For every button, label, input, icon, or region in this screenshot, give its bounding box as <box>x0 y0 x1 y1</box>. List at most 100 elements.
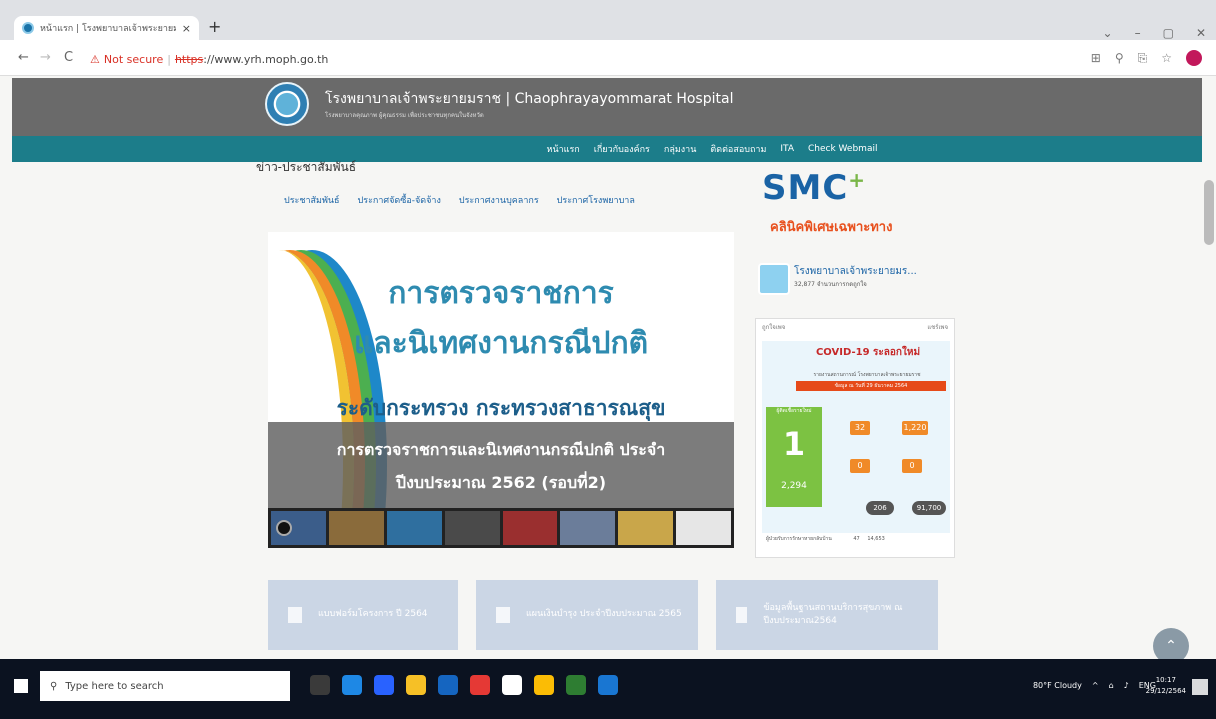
facebook-card-actions: ถูกใจเพจ แชร์เพจ <box>756 319 954 337</box>
windows-taskbar: ⚲ Type here to search 80°F Cloudy ^ ⌂ ♪ … <box>0 659 1216 719</box>
facebook-page-avatar[interactable] <box>758 263 790 295</box>
minimize-icon[interactable]: – <box>1135 26 1141 40</box>
slide-caption[interactable]: การตรวจราชการและนิเทศงานกรณีปกติ ประจำ ป… <box>268 422 734 508</box>
tab-procurement[interactable]: ประกาศจัดซื้อ-จัดจ้าง <box>358 193 441 207</box>
menu-item-ita[interactable]: ITA <box>780 144 794 154</box>
taskbar-app-icon[interactable] <box>598 675 618 695</box>
taskbar-app-icon[interactable] <box>310 675 330 695</box>
covid-footer-label: ผู้ป่วยรับการรักษาหายกลับบ้าน <box>766 536 832 542</box>
tab-close-icon[interactable]: × <box>182 22 199 35</box>
tile-project-forms[interactable]: แบบฟอร์มโครงการ ปี 2564 <box>268 580 458 650</box>
translate-icon[interactable]: ⊞ <box>1091 51 1101 65</box>
network-icon[interactable]: ⌂ <box>1109 681 1114 690</box>
tile-health-data[interactable]: ข้อมูลพื้นฐานสถานบริการสุขภาพ ณ ปีงบประม… <box>716 580 938 650</box>
tile-label: แบบฟอร์มโครงการ ปี 2564 <box>318 609 428 620</box>
slider-thumbnail[interactable] <box>328 511 384 545</box>
browser-tab-bar: หน้าแรก | โรงพยาบาลเจ้าพระยายมราช × + ⌄ … <box>0 0 1216 40</box>
taskbar-clock[interactable]: 10:17 29/12/2564 <box>1146 675 1186 696</box>
weather-widget[interactable]: 80°F Cloudy <box>1033 681 1082 690</box>
share-icon[interactable]: ⎘ <box>1138 51 1148 66</box>
taskbar-app-icon[interactable] <box>566 675 586 695</box>
share-page-button[interactable]: แชร์เพจ <box>927 322 948 334</box>
covid-footer-value: 14,653 <box>867 536 885 542</box>
back-icon[interactable]: ← <box>18 50 29 65</box>
clock-date: 29/12/2564 <box>1145 686 1186 695</box>
bookmark-star-icon[interactable]: ☆ <box>1161 51 1172 65</box>
document-icon <box>736 607 748 623</box>
volume-icon[interactable]: ♪ <box>1124 681 1129 690</box>
browser-tab[interactable]: หน้าแรก | โรงพยาบาลเจ้าพระยายมราช × <box>14 16 199 40</box>
facebook-feed-card[interactable]: ถูกใจเพจ แชร์เพจ COVID-19 ระลอกใหม่ รายง… <box>755 318 955 558</box>
tab-search-icon[interactable]: ⌄ <box>1103 26 1113 40</box>
tab-recruitment[interactable]: ประกาศงานบุคลากร <box>459 193 539 207</box>
close-window-icon[interactable]: ✕ <box>1196 26 1206 40</box>
smc-logo-text: SMC <box>762 168 849 208</box>
taskbar-app-icon[interactable] <box>502 675 522 695</box>
warning-icon[interactable]: ⚠ <box>90 53 100 66</box>
taskbar-app-icon[interactable] <box>342 675 362 695</box>
tab-pr[interactable]: ประชาสัมพันธ์ <box>284 193 340 207</box>
slider-thumbnail[interactable] <box>560 511 616 545</box>
covid-new-count: 1 <box>782 425 806 463</box>
maximize-icon[interactable]: ▢ <box>1163 26 1174 40</box>
slider-thumbnail[interactable] <box>444 511 500 545</box>
web-page: โรงพยาบาลเจ้าพระยายมราช | Chaophrayayomm… <box>0 76 1216 659</box>
slider-thumbnail[interactable] <box>386 511 442 545</box>
new-tab-button[interactable]: + <box>208 17 221 36</box>
smc-subtitle[interactable]: คลินิคพิเศษเฉพาะทาง <box>770 216 892 237</box>
facebook-likes: 32,877 จำนวนการกดถูกใจ <box>794 281 867 288</box>
zoom-icon[interactable]: ⚲ <box>1115 51 1124 65</box>
facebook-page-name[interactable]: โรงพยาบาลเจ้าพระยายมร... <box>794 264 917 279</box>
profile-avatar[interactable] <box>1186 50 1202 66</box>
stat-box: 1,220 <box>902 421 928 435</box>
taskbar-search[interactable]: ⚲ Type here to search <box>40 671 290 701</box>
smc-logo[interactable]: SMC+ <box>762 168 866 208</box>
site-title[interactable]: โรงพยาบาลเจ้าพระยายมราช | Chaophrayayomm… <box>325 88 733 110</box>
tray-chevron-icon[interactable]: ^ <box>1092 681 1099 690</box>
covid-footer-value: 47 <box>853 536 860 542</box>
menu-item-departments[interactable]: กลุ่มงาน <box>664 142 697 156</box>
main-menu: หน้าแรก เกี่ยวกับองค์กร กลุ่มงาน ติดต่อส… <box>12 136 1202 162</box>
slider-thumbnails <box>268 508 734 548</box>
tile-label: ข้อมูลพื้นฐานสถานบริการสุขภาพ ณ ปีงบประม… <box>763 602 903 627</box>
page-scrollbar[interactable] <box>1204 180 1214 245</box>
menu-item-home[interactable]: หน้าแรก <box>547 142 580 156</box>
windows-start-icon[interactable] <box>14 679 28 693</box>
caption-line1: การตรวจราชการและนิเทศงานกรณีปกติ ประจำ <box>336 440 666 459</box>
slider-thumbnail[interactable] <box>502 511 558 545</box>
menu-item-webmail[interactable]: Check Webmail <box>808 144 877 154</box>
slide-subline: ระดับกระทรวง กระทรวงสาธารณสุข <box>336 396 666 420</box>
slider-play-icon[interactable] <box>276 520 292 536</box>
slider-thumbnail[interactable] <box>618 511 674 545</box>
stat-pill: 91,700 <box>912 501 946 515</box>
hospital-logo[interactable] <box>265 82 309 126</box>
url-scheme: https <box>174 52 204 66</box>
stat-box: 32 <box>850 421 870 435</box>
window-controls: ⌄ – ▢ ✕ <box>1103 26 1206 40</box>
menu-item-about[interactable]: เกี่ยวกับองค์กร <box>594 142 650 156</box>
tile-budget-plan[interactable]: แผนเงินบำรุง ประจำปีงบประมาณ 2565 <box>476 580 698 650</box>
reload-icon[interactable]: C <box>64 50 73 65</box>
url-field[interactable]: ⚠ Not secure | https://www.yrh.moph.go.t… <box>90 49 1050 69</box>
tab-hospital-announcement[interactable]: ประกาศโรงพยาบาล <box>557 193 635 207</box>
forward-icon[interactable]: → <box>40 50 51 65</box>
notification-icon[interactable] <box>1192 679 1208 695</box>
slider-thumbnail[interactable] <box>676 511 731 545</box>
taskbar-app-icon[interactable] <box>406 675 426 695</box>
not-secure-label[interactable]: Not secure <box>104 53 163 66</box>
like-page-button[interactable]: ถูกใจเพจ <box>762 322 785 334</box>
menu-item-contact[interactable]: ติดต่อสอบถาม <box>710 142 766 156</box>
covid-total-count: 2,294 <box>781 481 807 491</box>
news-slider[interactable]: การตรวจราชการ และนิเทศงานกรณีปกติ ระดับก… <box>268 232 734 548</box>
taskbar-app-icon[interactable] <box>438 675 458 695</box>
search-icon: ⚲ <box>50 680 58 692</box>
taskbar-app-icon[interactable] <box>470 675 490 695</box>
smc-plus-icon: + <box>848 168 867 192</box>
covid-report-label: รายงานสถานการณ์ โรงพยาบาลเจ้าพระยายมราช <box>813 372 921 378</box>
taskbar-app-icon[interactable] <box>534 675 554 695</box>
slider-prev-icon[interactable]: ‹ <box>278 362 284 381</box>
covid-infographic: COVID-19 ระลอกใหม่ รายงานสถานการณ์ โรงพย… <box>762 341 950 553</box>
site-favicon-icon <box>22 22 34 34</box>
scroll-to-top-button[interactable]: ⌃ <box>1153 628 1189 659</box>
taskbar-app-icon[interactable] <box>374 675 394 695</box>
